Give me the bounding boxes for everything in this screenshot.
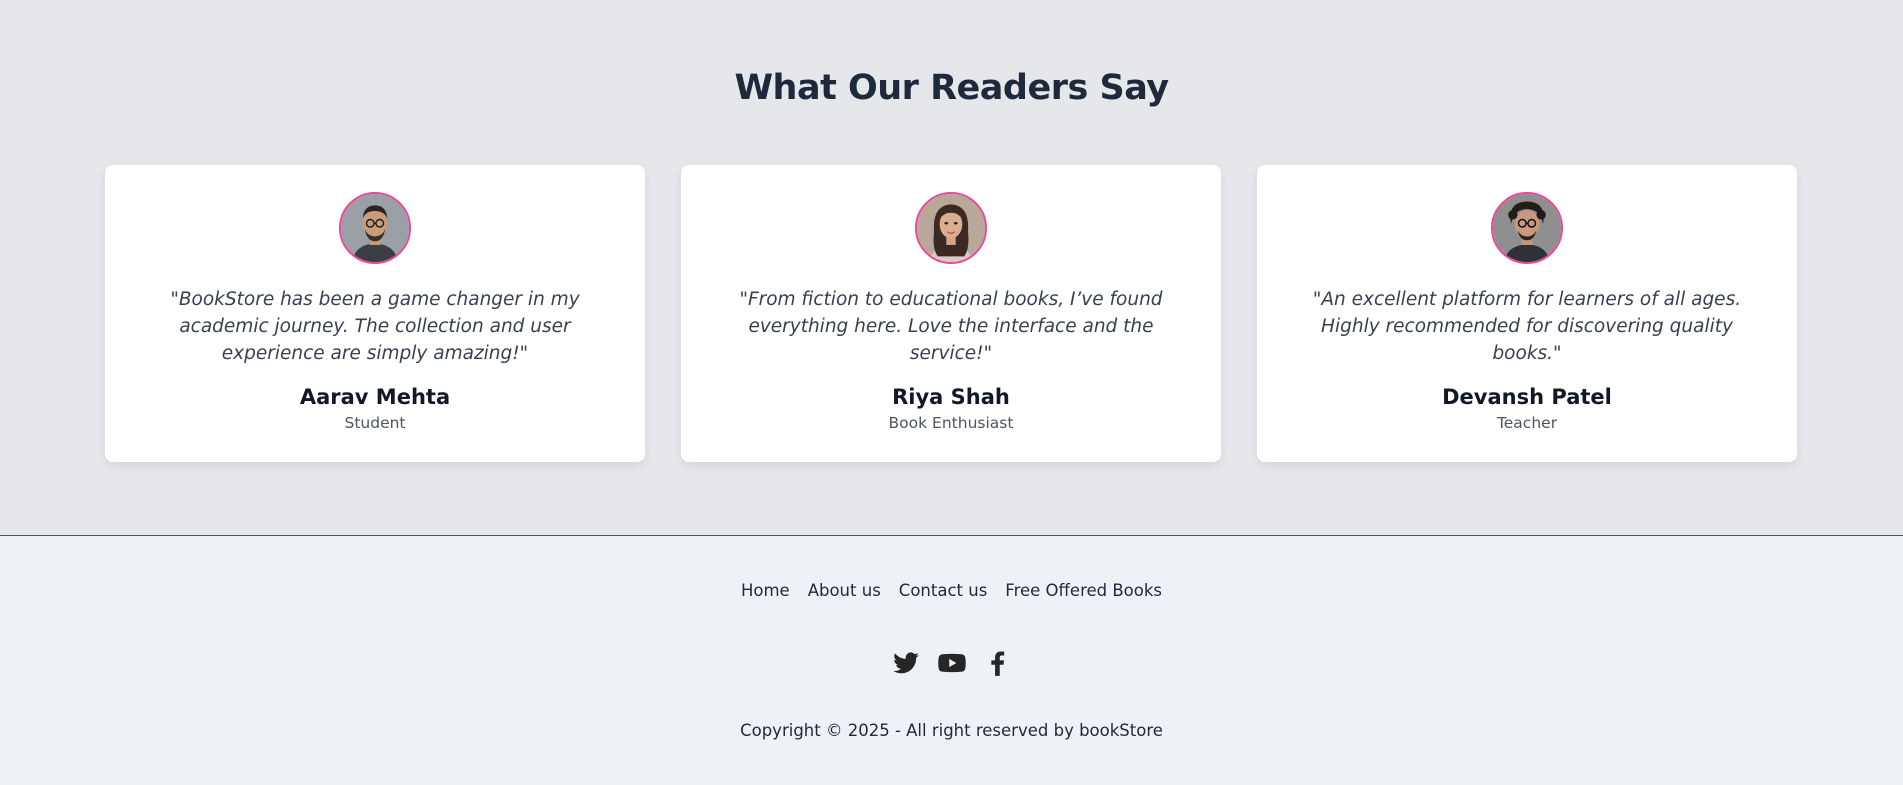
footer-link-about[interactable]: About us [808, 581, 881, 600]
reviewer-role: Student [344, 414, 406, 432]
copyright-text: Copyright © 2025 - All right reserved by… [740, 721, 1163, 740]
reviewer-name: Devansh Patel [1442, 385, 1612, 409]
testimonials-section: What Our Readers Say "BookStore has been… [0, 0, 1903, 535]
testimonial-card: "BookStore has been a game changer in my… [105, 165, 645, 462]
reviewer-name: Aarav Mehta [299, 385, 451, 409]
reviewer-role: Teacher [1496, 414, 1558, 432]
testimonial-quote: "An excellent platform for learners of a… [1312, 289, 1742, 364]
avatar-photo [917, 194, 985, 262]
facebook-icon[interactable] [983, 648, 1013, 678]
avatar [339, 192, 411, 264]
avatar [1491, 192, 1563, 264]
footer-nav: Home About us Contact us Free Offered Bo… [0, 581, 1903, 600]
reviewer-name: Riya Shah [892, 385, 1010, 409]
avatar-photo [1493, 194, 1561, 262]
footer-link-free-books[interactable]: Free Offered Books [1005, 581, 1162, 600]
avatar-photo [341, 194, 409, 262]
avatar [915, 192, 987, 264]
testimonial-card: "From fiction to educational books, I’ve… [681, 165, 1221, 462]
facebook-icon-glyph [990, 651, 1004, 676]
site-footer: Home About us Contact us Free Offered Bo… [0, 535, 1903, 785]
section-title: What Our Readers Say [734, 68, 1169, 108]
social-links [0, 648, 1903, 678]
footer-link-contact[interactable]: Contact us [899, 581, 988, 600]
twitter-icon[interactable] [891, 648, 921, 678]
youtube-icon[interactable] [937, 648, 967, 678]
testimonial-quote: "From fiction to educational books, I’ve… [739, 289, 1163, 364]
testimonial-quote: "BookStore has been a game changer in my… [170, 289, 580, 364]
testimonial-cards: "BookStore has been a game changer in my… [105, 165, 1797, 462]
reviewer-role: Book Enthusiast [888, 414, 1014, 432]
youtube-icon-glyph [937, 653, 966, 673]
footer-link-home[interactable]: Home [741, 581, 790, 600]
testimonial-card: "An excellent platform for learners of a… [1257, 165, 1797, 462]
twitter-icon-glyph [892, 652, 919, 674]
